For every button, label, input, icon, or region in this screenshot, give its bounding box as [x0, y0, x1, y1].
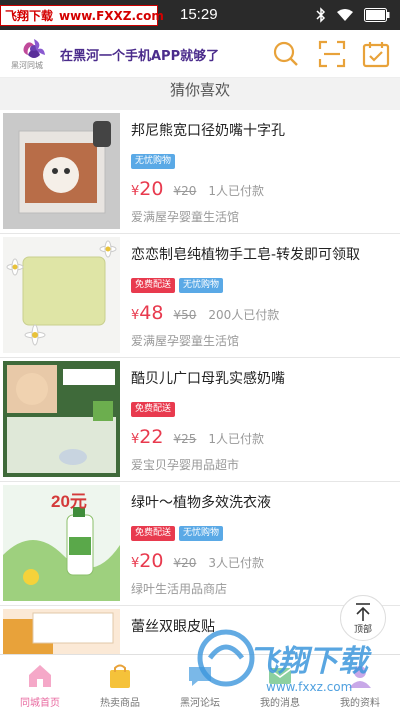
old-price: ¥50 — [173, 308, 197, 322]
product-title: 邦尼熊宽口径奶嘴十字孔 — [131, 123, 285, 139]
product-item[interactable]: 酷贝儿广口母乳实感奶嘴 免费配送 ¥22 ¥25 1人已付款 爱宝贝孕婴用品超市 — [0, 358, 400, 482]
worry-free-tag: 无忧购物 — [179, 278, 224, 293]
tag-row: 免费配送 无忧购物 — [131, 526, 224, 541]
product-item[interactable]: 恋恋制皂纯植物手工皂-转发即可领取 免费配送 无忧购物 ¥48 ¥50 200人… — [0, 234, 400, 358]
sold-count: 1人已付款 — [208, 184, 265, 198]
thumb-price-badge: 20元 — [51, 492, 87, 511]
price: ¥20 — [131, 550, 163, 572]
price-value: 20 — [139, 550, 164, 572]
pacifier-package-image — [3, 113, 120, 229]
price-value: 20 — [139, 178, 164, 200]
shop-name: 绿叶生活用品商店 — [131, 582, 228, 596]
price: ¥48 — [131, 302, 163, 324]
product-item[interactable]: 20元 绿叶～植物多效洗衣液 免费配送 无忧购物 ¥20 ¥20 3人已付款 绿… — [0, 482, 400, 606]
price-row: ¥20 ¥20 1人已付款 — [131, 178, 264, 200]
nipple-box-image — [3, 361, 120, 477]
battery-icon — [364, 8, 390, 22]
bottom-nav: 同城首页 热卖商品 黑河论坛 我的消息 我的资料 — [0, 654, 400, 712]
price-row: ¥20 ¥20 3人已付款 — [131, 550, 264, 572]
worry-free-tag: 无忧购物 — [179, 526, 224, 541]
nav-item-forum[interactable]: 黑河论坛 — [160, 655, 240, 712]
handmade-soap-image — [3, 237, 120, 353]
section-title: 猜你喜欢 — [0, 78, 400, 110]
profile-icon — [349, 666, 371, 688]
nav-item-hot-products[interactable]: 热卖商品 — [80, 655, 160, 712]
tag-row: 免费配送 — [131, 402, 176, 417]
nav-label: 同城首页 — [20, 698, 60, 709]
nav-label: 我的资料 — [340, 698, 380, 709]
price-value: 22 — [139, 426, 164, 448]
product-title: 蕾丝双眼皮贴 — [131, 619, 215, 635]
arrow-up-icon — [356, 603, 370, 621]
price-value: 48 — [139, 302, 164, 324]
product-item[interactable]: 邦尼熊宽口径奶嘴十字孔 无忧购物 ¥20 ¥20 1人已付款 爱满屋孕婴童生活馆 — [0, 110, 400, 234]
shop-name: 爱满屋孕婴童生活馆 — [131, 210, 240, 224]
free-shipping-tag: 免费配送 — [131, 402, 176, 417]
old-price: ¥25 — [173, 432, 197, 446]
old-price: ¥20 — [173, 556, 197, 570]
tag-row: 无忧购物 — [131, 154, 176, 169]
old-price: ¥20 — [173, 184, 197, 198]
sold-count: 200人已付款 — [208, 308, 280, 322]
shop-name: 爱满屋孕婴童生活馆 — [131, 334, 240, 348]
watermark-label: 飞翔下载 — [5, 9, 54, 23]
app-slogan: 在黑河一个手机APP就够了 — [60, 49, 220, 64]
home-icon — [29, 665, 51, 687]
nav-label: 我的消息 — [260, 698, 300, 709]
status-bar: 飞翔下载 www.FXXZ.com 15:29 — [0, 0, 400, 30]
wifi-icon — [337, 9, 353, 21]
worry-free-tag: 无忧购物 — [131, 154, 176, 169]
checkin-icon[interactable] — [362, 40, 390, 68]
tag-row: 免费配送 无忧购物 — [131, 278, 224, 293]
product-title: 恋恋制皂纯植物手工皂-转发即可领取 — [131, 247, 361, 263]
shopping-bag-icon — [110, 664, 130, 688]
price: ¥22 — [131, 426, 163, 448]
nav-label: 热卖商品 — [100, 698, 140, 709]
nav-item-home[interactable]: 同城首页 — [0, 655, 80, 712]
free-shipping-tag: 免费配送 — [131, 526, 176, 541]
back-to-top-button[interactable]: 顶部 — [340, 595, 386, 641]
nav-label: 黑河论坛 — [180, 698, 220, 709]
price-row: ¥22 ¥25 1人已付款 — [131, 426, 264, 448]
back-to-top-label: 顶部 — [353, 625, 372, 635]
forum-icon — [189, 667, 211, 686]
product-title: 绿叶～植物多效洗衣液 — [131, 495, 271, 511]
nav-item-messages[interactable]: 我的消息 — [240, 655, 320, 712]
free-shipping-tag: 免费配送 — [131, 278, 176, 293]
status-icons — [316, 7, 390, 23]
message-icon — [268, 668, 292, 684]
sold-count: 3人已付款 — [208, 556, 265, 570]
nav-item-profile[interactable]: 我的资料 — [320, 655, 400, 712]
watermark-url: www.FXXZ.com — [59, 8, 164, 23]
search-icon[interactable] — [272, 40, 300, 68]
shop-name: 爱宝贝孕婴用品超市 — [131, 458, 240, 472]
bluetooth-icon — [316, 7, 326, 23]
logo-text: 黑河同城 — [11, 61, 43, 70]
status-time: 15:29 — [180, 6, 218, 23]
price-row: ¥48 ¥50 200人已付款 — [131, 302, 279, 324]
sold-count: 1人已付款 — [208, 432, 265, 446]
scan-icon[interactable] — [318, 40, 346, 68]
watermark-tag: 飞翔下载 www.FXXZ.com — [0, 5, 164, 26]
product-title: 酷贝儿广口母乳实感奶嘴 — [131, 371, 285, 387]
app-header: 黑河同城 在黑河一个手机APP就够了 — [0, 30, 400, 78]
laundry-detergent-image: 20元 — [3, 485, 120, 601]
price: ¥20 — [131, 178, 163, 200]
